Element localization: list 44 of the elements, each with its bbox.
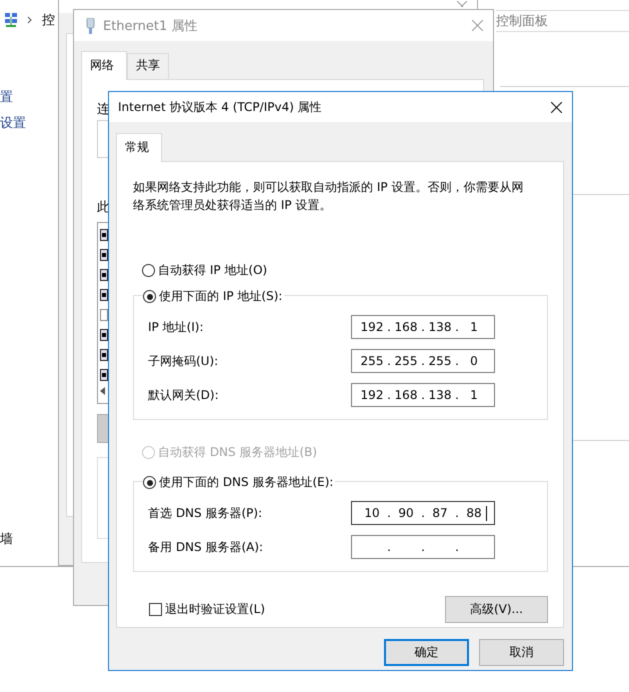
field-label: IP 地址(I): bbox=[148, 318, 204, 336]
sidebar-link[interactable]: 置 bbox=[0, 88, 26, 106]
checkbox[interactable] bbox=[100, 369, 108, 381]
radio-label[interactable]: 自动获得 IP 地址(O) bbox=[158, 262, 268, 279]
tab[interactable]: 网络 bbox=[81, 51, 127, 80]
sidebar-link[interactable]: 墙 bbox=[0, 530, 26, 548]
breadcrumb-text[interactable]: 控 bbox=[42, 11, 55, 29]
checkbox[interactable] bbox=[100, 349, 108, 361]
radio-label[interactable]: 使用下面的 IP 地址(S): bbox=[159, 288, 282, 305]
tab[interactable]: 共享 bbox=[127, 53, 169, 79]
radio-button[interactable] bbox=[143, 476, 156, 489]
close-icon[interactable] bbox=[551, 102, 562, 112]
checkbox[interactable] bbox=[100, 269, 108, 281]
checkbox[interactable] bbox=[100, 309, 108, 321]
ip-address-field[interactable]: . . . bbox=[351, 535, 495, 559]
network-icon bbox=[5, 13, 17, 27]
field-label: 默认网关(D): bbox=[148, 386, 219, 404]
ip-address-field[interactable]: 192 . 168 . 138 . 1 bbox=[351, 315, 495, 339]
cable-icon bbox=[86, 18, 95, 34]
scroll-left-icon[interactable] bbox=[100, 387, 105, 395]
address-bar[interactable]: 控制面板 bbox=[496, 10, 629, 32]
checkbox[interactable] bbox=[100, 229, 108, 241]
radio-button[interactable] bbox=[142, 264, 155, 277]
tab[interactable]: 常规 bbox=[116, 133, 162, 162]
ip-address-field[interactable]: 10 . 90 . 87 . 88 bbox=[351, 501, 495, 525]
window-title: Internet 协议版本 4 (TCP/IPv4) 属性 bbox=[118, 98, 322, 116]
checkbox[interactable] bbox=[100, 329, 108, 341]
field-label: 备用 DNS 服务器(A): bbox=[148, 538, 264, 556]
chevron-icon bbox=[27, 16, 32, 24]
cancel-button[interactable]: 取消 bbox=[479, 639, 564, 666]
radio-button[interactable] bbox=[143, 290, 156, 303]
checkbox[interactable] bbox=[149, 603, 162, 616]
checkbox[interactable] bbox=[100, 249, 108, 261]
field-label: 首选 DNS 服务器(P): bbox=[148, 504, 262, 522]
checkbox-label[interactable]: 退出时验证设置(L) bbox=[165, 601, 266, 618]
field-label: 子网掩码(U): bbox=[148, 352, 218, 370]
window-title: Ethernet1 属性 bbox=[103, 18, 198, 34]
ip-address-field[interactable]: 255 . 255 . 255 . 0 bbox=[351, 349, 495, 373]
checkbox[interactable] bbox=[100, 289, 108, 301]
ok-button[interactable]: 确定 bbox=[384, 639, 469, 666]
description-text: 如果网络支持此功能，则可以获取自动指派的 IP 设置。否则，你需要从网络系统管理员处获得适当的 IP 设置。 bbox=[133, 179, 524, 214]
ip-address-field[interactable]: 192 . 168 . 138 . 1 bbox=[351, 383, 495, 407]
sidebar-link[interactable]: 设置 bbox=[0, 114, 26, 132]
advanced-button[interactable]: 高级(V)... bbox=[445, 596, 548, 623]
